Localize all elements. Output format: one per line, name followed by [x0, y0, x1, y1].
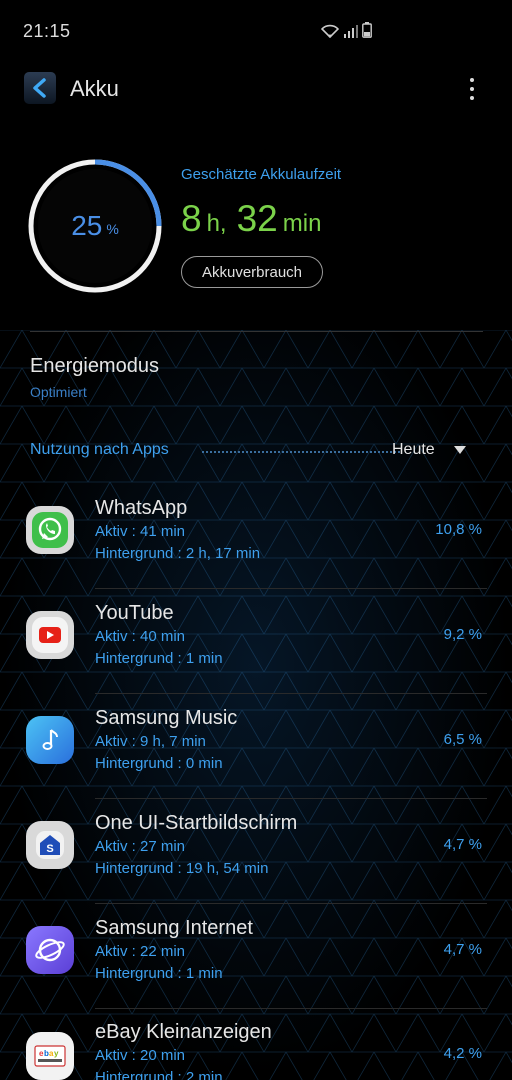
- energy-mode-title[interactable]: Energiemodus: [30, 355, 159, 378]
- app-usage-percent: 9,2 %: [443, 626, 482, 643]
- battery-usage-button[interactable]: Akkuverbrauch: [181, 256, 323, 288]
- app-active-time: Aktiv : 40 min: [95, 628, 186, 645]
- more-options-icon[interactable]: [462, 76, 482, 102]
- energy-mode-value: Optimiert: [30, 384, 87, 400]
- battery-percentage: 25 %: [26, 157, 164, 295]
- status-bar: 21:15: [0, 0, 512, 64]
- home-icon: S: [26, 821, 74, 869]
- battery-percent-value: 25: [71, 210, 103, 241]
- app-name: Samsung Internet: [95, 917, 253, 939]
- app-name: One UI-Startbildschirm: [95, 812, 298, 834]
- app-background-time: Hintergrund : 1 min: [95, 650, 223, 667]
- app-active-time: Aktiv : 41 min: [95, 523, 186, 540]
- estimate-hours-unit: h,: [206, 210, 227, 237]
- row-divider: [95, 693, 487, 694]
- app-background-time: Hintergrund : 2 h, 17 min: [95, 545, 261, 562]
- app-name: YouTube: [95, 602, 174, 624]
- app-usage-percent: 4,7 %: [443, 836, 482, 853]
- app-usage-percent: 6,5 %: [443, 731, 482, 748]
- app-list-item[interactable]: WhatsApp Aktiv : 41 min Hintergrund : 2 …: [0, 497, 512, 602]
- app-usage-percent: 4,2 %: [443, 1045, 482, 1062]
- whatsapp-icon: [26, 506, 74, 554]
- estimate-minutes-unit: min: [282, 210, 322, 237]
- app-name: Samsung Music: [95, 707, 238, 729]
- app-list-item[interactable]: YouTube Aktiv : 40 min Hintergrund : 1 m…: [0, 602, 512, 707]
- usage-section-title: Nutzung nach Apps: [30, 441, 169, 458]
- app-active-time: Aktiv : 27 min: [95, 838, 186, 855]
- row-divider: [95, 798, 487, 799]
- row-divider: [95, 903, 487, 904]
- svg-text:S: S: [46, 843, 53, 855]
- signal-icon: [344, 25, 358, 38]
- battery-status-icon: [362, 22, 372, 38]
- dotted-separator: [202, 451, 400, 453]
- estimate-label: Geschätzte Akkulaufzeit: [181, 166, 342, 183]
- app-usage-percent: 4,7 %: [443, 941, 482, 958]
- app-background-time: Hintergrund : 1 min: [95, 965, 223, 982]
- app-active-time: Aktiv : 20 min: [95, 1047, 186, 1064]
- row-divider: [95, 588, 487, 589]
- app-list-item[interactable]: S One UI-Startbildschirm Aktiv : 27 min …: [0, 812, 512, 917]
- back-arrow-icon[interactable]: [24, 72, 56, 104]
- app-active-time: Aktiv : 9 h, 7 min: [95, 733, 206, 750]
- music-icon: [26, 716, 74, 764]
- battery-percent-unit: %: [106, 221, 119, 237]
- app-list-item[interactable]: e b a y eBay Kleinanzeigen Aktiv : 20 mi…: [0, 1021, 512, 1080]
- period-dropdown[interactable]: Heute: [392, 441, 435, 459]
- app-active-time: Aktiv : 22 min: [95, 943, 186, 960]
- wifi-icon: [320, 24, 340, 38]
- row-divider: [95, 1008, 487, 1009]
- app-name: eBay Kleinanzeigen: [95, 1021, 272, 1043]
- app-name: WhatsApp: [95, 497, 188, 519]
- dropdown-arrow-icon[interactable]: [454, 446, 466, 454]
- estimate-minutes: 32: [236, 198, 278, 239]
- app-background-time: Hintergrund : 19 h, 54 min: [95, 860, 269, 877]
- divider: [30, 331, 483, 332]
- page-title: Akku: [70, 76, 119, 101]
- ebay-icon: e b a y: [26, 1032, 74, 1080]
- app-list-item[interactable]: Samsung Internet Aktiv : 22 min Hintergr…: [0, 917, 512, 1022]
- status-time: 21:15: [23, 21, 71, 41]
- app-background-time: Hintergrund : 0 min: [95, 755, 223, 772]
- app-list-item[interactable]: Samsung Music Aktiv : 9 h, 7 min Hinterg…: [0, 707, 512, 812]
- app-background-time: Hintergrund : 2 min: [95, 1069, 223, 1080]
- app-bar: Akku: [0, 64, 512, 112]
- usage-section-header: Nutzung nach Apps Heute: [30, 441, 482, 463]
- internet-icon: [26, 926, 74, 974]
- status-icons: [320, 22, 372, 38]
- youtube-icon: [26, 611, 74, 659]
- app-usage-percent: 10,8 %: [435, 521, 482, 538]
- svg-text:y: y: [54, 1049, 59, 1058]
- estimate-time: 8 h, 32 min: [181, 198, 331, 240]
- estimate-hours: 8: [181, 198, 202, 239]
